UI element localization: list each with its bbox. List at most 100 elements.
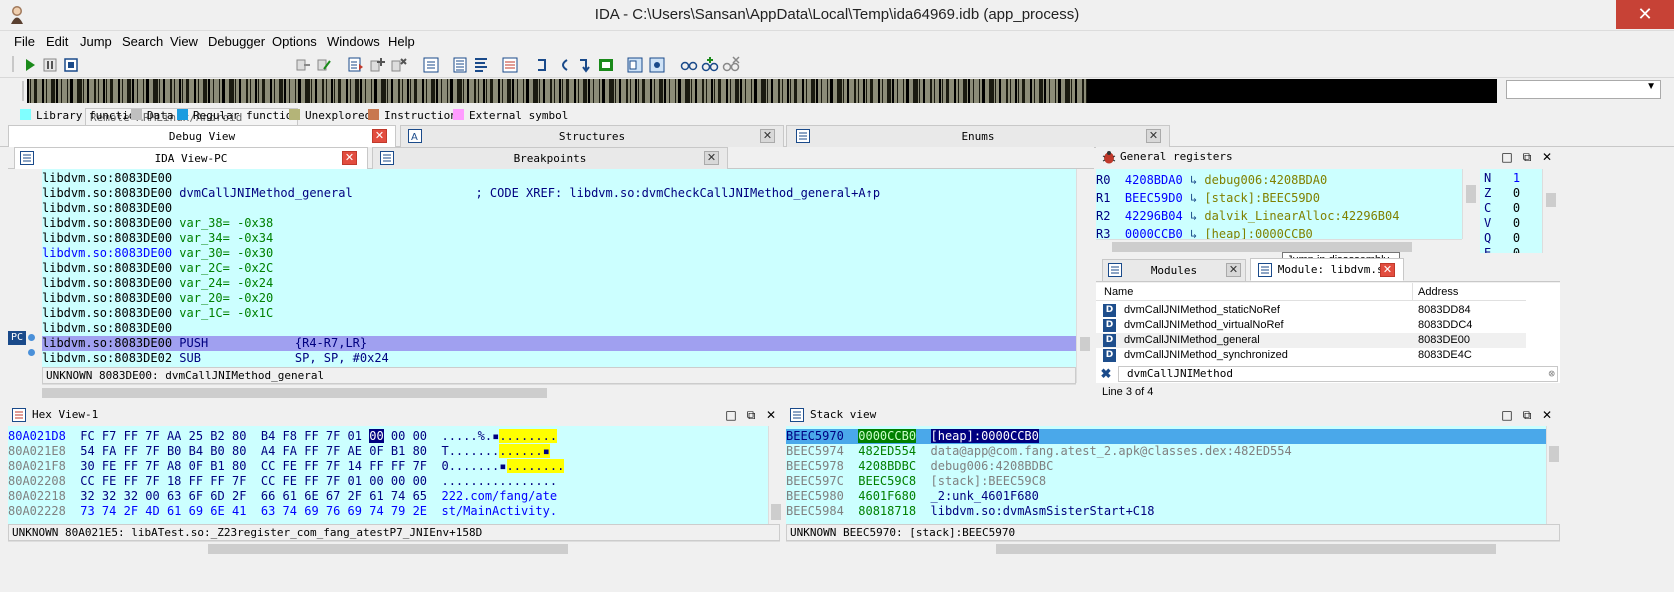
segments-icon[interactable]	[596, 55, 614, 73]
registers-view[interactable]: R0 4208BDA0 ↳ debug006:4208BDA0 R1 BEEC5…	[1096, 169, 1462, 239]
column-header-address[interactable]: Address	[1418, 286, 1458, 298]
filter-input[interactable]: dvmCallJNIMethod ⊗	[1118, 366, 1558, 382]
menu-debugger[interactable]: Debugger	[208, 34, 265, 49]
scroll-thumb[interactable]	[1112, 242, 1412, 252]
close-icon[interactable]: ✕	[764, 408, 778, 422]
disasm-horizontal-scrollbar[interactable]	[42, 384, 1076, 400]
hex-view[interactable]: 80A021D8 FC F7 FF 7F AA 25 B2 80 B4 F8 F…	[8, 426, 768, 524]
register-row[interactable]: R3 0000CCB0 ↳ [heap]:0000CCB0	[1096, 225, 1313, 239]
navigation-band[interactable]	[27, 79, 1497, 103]
disasm-line[interactable]: libdvm.so:8083DE00 var_1C= -0x1C	[42, 306, 273, 321]
list-view-icon[interactable]	[450, 55, 468, 73]
start-process-icon[interactable]	[20, 55, 38, 73]
delete-watch-icon[interactable]	[721, 55, 740, 73]
column-header-name[interactable]: Name	[1104, 286, 1133, 298]
disasm-line[interactable]: libdvm.so:8083DE00 var_2C= -0x2C	[42, 261, 273, 276]
register-row[interactable]: R2 42296B04 ↳ dalvik_LinearAlloc:42296B0…	[1096, 207, 1399, 225]
flag-row[interactable]: V 0	[1484, 216, 1520, 231]
jump-forward-icon[interactable]	[553, 55, 571, 73]
float-icon[interactable]: ⧉	[1520, 408, 1534, 422]
disasm-line[interactable]: libdvm.so:8083DE00 var_24= -0x24	[42, 276, 273, 291]
close-debug-view-button[interactable]: ✕	[372, 129, 387, 143]
disassembly-view[interactable]: libdvm.so:8083DE00 libdvm.so:8083DE00 dv…	[42, 169, 1076, 367]
hex-row[interactable]: 80A02228 73 74 2F 4D 61 69 6E 41 63 74 6…	[8, 504, 557, 519]
table-row[interactable]: DdvmCallJNIMethod_virtualNoRef 8083DDC4	[1096, 318, 1526, 333]
minimize-icon[interactable]: □	[1500, 408, 1514, 422]
tab-enums[interactable]: Enums	[786, 125, 1170, 148]
close-structures-button[interactable]: ✕	[760, 129, 775, 143]
jump-back-icon[interactable]	[532, 55, 550, 73]
close-window-button[interactable]: ✕	[1616, 0, 1674, 29]
stack-view[interactable]: BEEC5970 0000CCB0 [heap]:0000CCB0 BEEC59…	[786, 426, 1546, 524]
hex-row[interactable]: 80A021D8 FC F7 FF 7F AA 25 B2 80 B4 F8 F…	[8, 429, 558, 444]
registers-vertical-scrollbar[interactable]	[1462, 169, 1478, 239]
stack-horizontal-scrollbar[interactable]	[786, 541, 1560, 555]
register-row[interactable]: R0 4208BDA0 ↳ debug006:4208BDA0	[1096, 171, 1327, 189]
flag-row[interactable]: E 0	[1484, 246, 1520, 253]
disasm-line-current[interactable]: libdvm.so:8083DE00 PUSH {R4-R7,LR}	[42, 336, 1076, 351]
disasm-line[interactable]: libdvm.so:8083DE00	[42, 201, 172, 216]
float-icon[interactable]: ⧉	[744, 408, 758, 422]
menu-search[interactable]: Search	[122, 34, 163, 49]
jump-arrow-icon[interactable]: ↳	[1190, 191, 1197, 205]
stack-vertical-scrollbar[interactable]	[1546, 426, 1560, 524]
stack-row[interactable]: BEEC5980 4601F680 _2:unk_4601F680	[786, 489, 1039, 504]
scroll-thumb[interactable]	[208, 544, 568, 554]
hex-view-icon[interactable]	[500, 55, 518, 73]
tab-debug-view[interactable]: Debug View	[8, 125, 396, 148]
stop-process-icon[interactable]	[61, 55, 79, 73]
stack-row[interactable]: BEEC597C BEEC59C8 [stack]:BEEC59C8	[786, 474, 1046, 489]
disasm-line[interactable]: libdvm.so:8083DE00	[42, 321, 172, 336]
jump-arrow-icon[interactable]: ↳	[1190, 209, 1197, 223]
hex-row[interactable]: 80A02218 32 32 32 00 63 6F 6D 2F 66 61 6…	[8, 489, 557, 504]
scroll-thumb[interactable]	[996, 544, 1496, 554]
tab-breakpoints[interactable]: Breakpoints	[372, 147, 728, 170]
tab-modules[interactable]: Modules	[1102, 259, 1246, 282]
window-layout-icon[interactable]	[625, 55, 643, 73]
graph-view-icon[interactable]	[471, 55, 489, 73]
step-over-icon[interactable]	[368, 55, 386, 73]
jump-to-address-icon[interactable]	[575, 55, 593, 73]
detach-process-icon[interactable]	[314, 55, 332, 73]
hex-cursor-byte[interactable]: 00	[369, 429, 384, 443]
stack-row[interactable]: BEEC5974 482ED554 data@app@com.fang.ates…	[786, 444, 1292, 459]
close-module-libdvm-button[interactable]: ✕	[1380, 263, 1395, 277]
hex-row[interactable]: 80A021F8 30 FE FF 7F A8 0F B1 80 CC FE F…	[8, 459, 565, 474]
flag-row[interactable]: Z 0	[1484, 186, 1520, 201]
registers-horizontal-scrollbar[interactable]	[1096, 239, 1462, 253]
table-row[interactable]: DdvmCallJNIMethod_staticNoRef 8083DD84	[1096, 303, 1526, 318]
menu-file[interactable]: File	[14, 34, 35, 49]
jump-arrow-icon[interactable]: ↳	[1190, 227, 1197, 239]
scroll-thumb[interactable]	[771, 504, 781, 520]
hex-row[interactable]: 80A021E8 54 FA FF 7F B0 B4 B0 80 A4 FA F…	[8, 444, 550, 459]
stack-row-current[interactable]: BEEC5970 0000CCB0 [heap]:0000CCB0	[786, 429, 1546, 444]
stack-row[interactable]: BEEC5984 80818718 libdvm.so:dvmAsmSister…	[786, 504, 1154, 519]
disasm-line[interactable]: libdvm.so:8083DE00 var_30= -0x30	[42, 246, 273, 261]
scroll-thumb[interactable]	[1549, 446, 1559, 462]
menu-view[interactable]: View	[170, 34, 198, 49]
disasm-line[interactable]: libdvm.so:8083DE00 var_38= -0x38	[42, 216, 273, 231]
step-into-icon[interactable]	[346, 55, 364, 73]
breakpoint-list-icon[interactable]	[647, 55, 665, 73]
hex-horizontal-scrollbar[interactable]	[8, 541, 780, 555]
scroll-thumb[interactable]	[1466, 185, 1476, 203]
close-enums-button[interactable]: ✕	[1146, 129, 1161, 143]
close-ida-view-button[interactable]: ✕	[342, 151, 357, 165]
jump-arrow-icon[interactable]: ↳	[1190, 173, 1197, 187]
navigation-band-select[interactable]: ▼	[1506, 80, 1661, 99]
disasm-line[interactable]: libdvm.so:8083DE00 var_34= -0x34	[42, 231, 273, 246]
close-icon[interactable]: ✕	[1540, 150, 1554, 164]
clear-filter-icon[interactable]: ⊗	[1548, 367, 1555, 381]
menu-options[interactable]: Options	[272, 34, 317, 49]
disasm-line[interactable]: libdvm.so:8083DE00 var_20= -0x20	[42, 291, 273, 306]
scroll-thumb[interactable]	[1080, 337, 1090, 351]
register-row[interactable]: R1 BEEC59D0 ↳ [stack]:BEEC59D0	[1096, 189, 1320, 207]
menu-jump[interactable]: Jump	[80, 34, 112, 49]
flags-vertical-scrollbar[interactable]	[1542, 169, 1558, 253]
disasm-vertical-scrollbar[interactable]	[1076, 169, 1092, 383]
close-modules-button[interactable]: ✕	[1226, 263, 1241, 277]
pause-process-icon[interactable]	[40, 55, 58, 73]
table-row[interactable]: DdvmCallJNIMethod_synchronized 8083DE4C	[1096, 348, 1526, 363]
flags-view[interactable]: N 1 Z 0 C 0 V 0 Q 0 E 0	[1480, 169, 1542, 253]
scroll-thumb[interactable]	[42, 388, 547, 398]
